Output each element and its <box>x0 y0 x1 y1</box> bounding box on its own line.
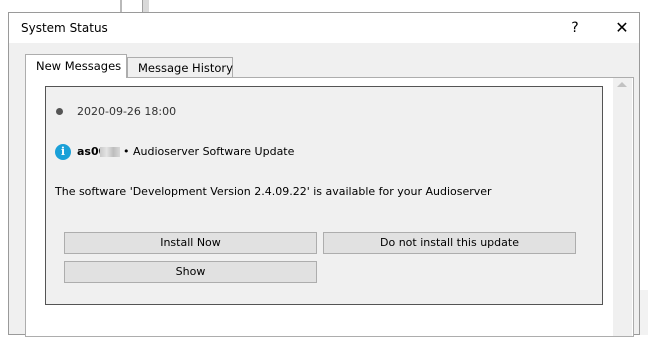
background-divider <box>120 0 122 12</box>
show-button[interactable]: Show <box>64 261 317 283</box>
help-button[interactable]: ? <box>564 17 586 39</box>
tab-new-messages[interactable]: New Messages <box>25 54 127 78</box>
install-now-button[interactable]: Install Now <box>64 232 317 254</box>
unread-dot-icon <box>56 108 63 115</box>
background-divider <box>142 0 149 12</box>
background-window-strip <box>0 0 648 12</box>
system-status-dialog: System Status ? ✕ New Messages Message H… <box>8 12 640 337</box>
vertical-scrollbar[interactable] <box>613 78 632 336</box>
dialog-title: System Status <box>21 21 108 35</box>
message-card: 2020-09-26 18:00 i as00 • Audioserver So… <box>45 86 603 305</box>
tab-message-history[interactable]: Message History <box>127 57 233 77</box>
redacted-sender-suffix <box>100 147 120 157</box>
scroll-up-arrow-icon[interactable] <box>617 82 627 87</box>
do-not-install-button[interactable]: Do not install this update <box>323 232 576 254</box>
message-body: The software 'Development Version 2.4.09… <box>55 185 492 198</box>
title-bar: System Status ? ✕ <box>9 13 639 43</box>
background-scrollbar <box>639 290 648 335</box>
message-subject: • Audioserver Software Update <box>123 145 295 158</box>
tab-panel: 2020-09-26 18:00 i as00 • Audioserver So… <box>25 77 634 337</box>
message-date: 2020-09-26 18:00 <box>77 105 177 118</box>
info-icon: i <box>55 144 71 160</box>
close-button[interactable]: ✕ <box>609 17 635 39</box>
